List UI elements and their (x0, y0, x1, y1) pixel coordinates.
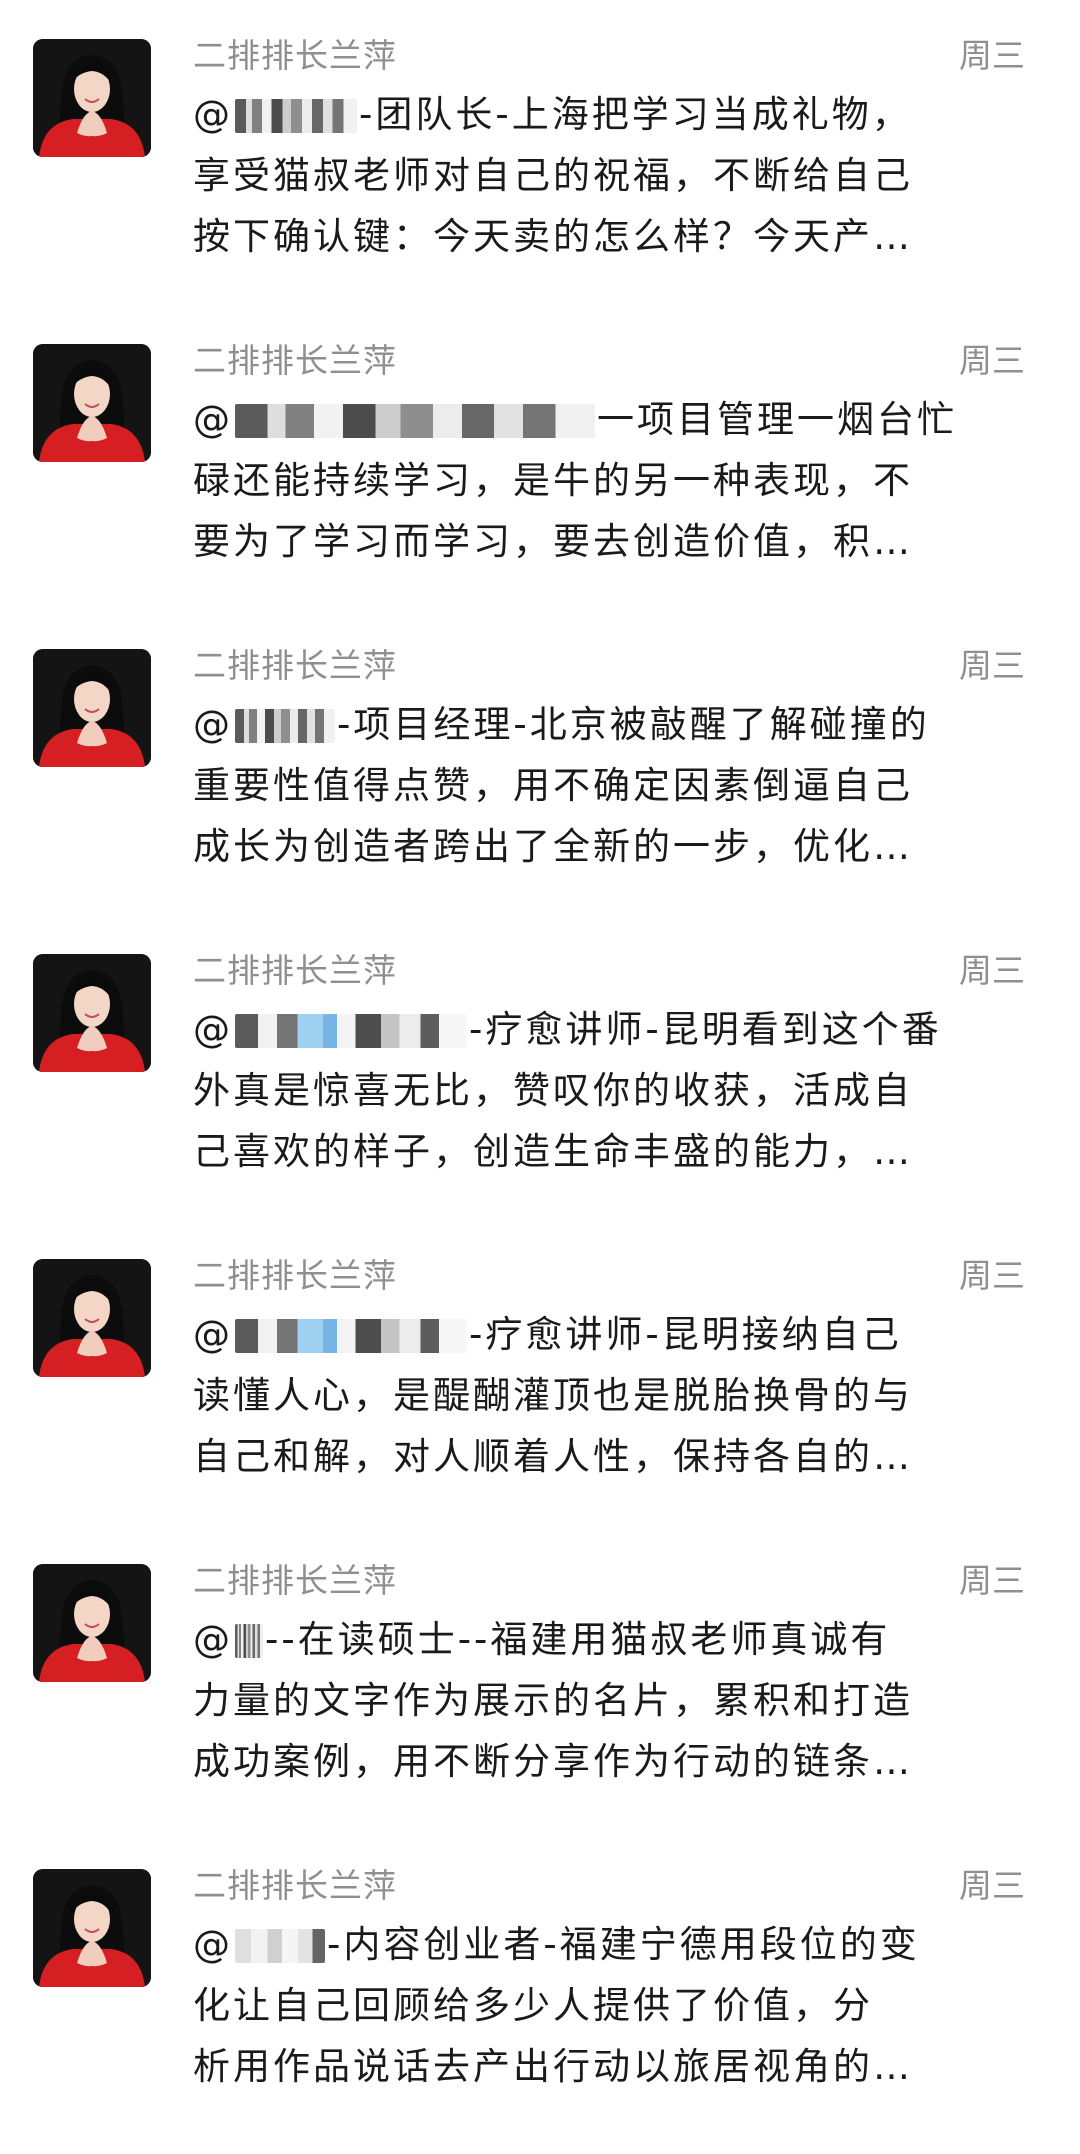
author-name[interactable]: 二排排长兰萍 (193, 949, 397, 993)
comment-line: @ -项目经理-北京被敲醒了解碰撞的 (193, 694, 1028, 755)
comment-line: @ 一项目管理一烟台忙 (193, 389, 1028, 450)
comment-line: @ -疗愈讲师-昆明接纳自己 (193, 1304, 1028, 1365)
comment-line-text: -项目经理-北京被敲醒了解碰撞的 (337, 703, 930, 746)
author-name[interactable]: 二排排长兰萍 (193, 34, 397, 78)
list-item[interactable]: 二排排长兰萍 周三 @ --在读硕士--福建用猫叔老师真诚有 力量的文字作为展示的… (0, 1525, 1080, 1830)
redacted-username (235, 1624, 263, 1658)
comment-text[interactable]: @ -疗愈讲师-昆明看到这个番 外真是惊喜无比，赞叹你的收获，活成自 己喜欢的样子… (193, 999, 1028, 1182)
mention-symbol: @ (193, 398, 233, 441)
comment-feed: 二排排长兰萍 周三 @ -团队长-上海把学习当成礼物， 享受猫叔老师对自己的祝福，… (0, 0, 1080, 2154)
avatar-photo (33, 39, 151, 157)
post-time: 周三 (959, 36, 1025, 75)
comment-text[interactable]: @ -团队长-上海把学习当成礼物， 享受猫叔老师对自己的祝福，不断给自己 按下确认… (193, 84, 1028, 267)
avatar[interactable] (33, 1564, 151, 1682)
comment-text[interactable]: @ -内容创业者-福建宁德用段位的变 化让自己回顾给多少人提供了价值，分 析用作品… (193, 1914, 1028, 2097)
comment-line-text: -疗愈讲师-昆明接纳自己 (469, 1313, 902, 1356)
list-item[interactable]: 二排排长兰萍 周三 @ -项目经理-北京被敲醒了解碰撞的 重要性值得点赞，用不确定… (0, 610, 1080, 915)
post-time: 周三 (959, 1256, 1025, 1295)
comment-line: @ --在读硕士--福建用猫叔老师真诚有 (193, 1609, 1028, 1670)
comment-line: @ -内容创业者-福建宁德用段位的变 (193, 1914, 1028, 1975)
redacted-username (235, 404, 595, 438)
mention-symbol: @ (193, 1923, 233, 1966)
comment-line-text: -团队长-上海把学习当成礼物， (359, 93, 912, 136)
author-name[interactable]: 二排排长兰萍 (193, 1559, 397, 1603)
comment-line: 要为了学习而学习，要去创造价值，积… (193, 520, 913, 563)
redacted-username (235, 1319, 467, 1353)
post-time: 周三 (959, 341, 1025, 380)
redacted-username (235, 709, 335, 743)
comment-line-text: 一项目管理一烟台忙 (597, 398, 957, 441)
comment-line: @ -疗愈讲师-昆明看到这个番 (193, 999, 1028, 1060)
avatar-photo (33, 649, 151, 767)
author-name[interactable]: 二排排长兰萍 (193, 1254, 397, 1298)
comment-line: @ -团队长-上海把学习当成礼物， (193, 84, 1028, 145)
avatar[interactable] (33, 954, 151, 1072)
comment-line: 享受猫叔老师对自己的祝福，不断给自己 (193, 154, 913, 197)
redacted-username (235, 1014, 467, 1048)
author-name[interactable]: 二排排长兰萍 (193, 339, 397, 383)
comment-line: 自己和解，对人顺着人性，保持各自的… (193, 1435, 913, 1478)
comment-text[interactable]: @ 一项目管理一烟台忙 碌还能持续学习，是牛的另一种表现，不 要为了学习而学习，要… (193, 389, 1028, 572)
author-name[interactable]: 二排排长兰萍 (193, 644, 397, 688)
comment-line: 碌还能持续学习，是牛的另一种表现，不 (193, 459, 913, 502)
list-item[interactable]: 二排排长兰萍 周三 @ -疗愈讲师-昆明接纳自己 读懂人心，是醍醐灌顶也是脱胎换骨… (0, 1220, 1080, 1525)
mention-symbol: @ (193, 703, 233, 746)
avatar-photo (33, 1564, 151, 1682)
mention-symbol: @ (193, 1618, 233, 1661)
comment-line: 析用作品说话去产出行动以旅居视角的… (193, 2045, 913, 2088)
comment-line-text: -疗愈讲师-昆明看到这个番 (469, 1008, 942, 1051)
comment-line: 成长为创造者跨出了全新的一步，优化… (193, 825, 913, 868)
comment-line: 重要性值得点赞，用不确定因素倒逼自己 (193, 764, 913, 807)
avatar-photo (33, 1259, 151, 1377)
comment-line: 成功案例，用不断分享作为行动的链条… (193, 1740, 913, 1783)
comment-text[interactable]: @ -项目经理-北京被敲醒了解碰撞的 重要性值得点赞，用不确定因素倒逼自己 成长为… (193, 694, 1028, 877)
post-time: 周三 (959, 646, 1025, 685)
avatar[interactable] (33, 1259, 151, 1377)
avatar-photo (33, 344, 151, 462)
comment-line: 读懂人心，是醍醐灌顶也是脱胎换骨的与 (193, 1374, 913, 1417)
comment-text[interactable]: @ -疗愈讲师-昆明接纳自己 读懂人心，是醍醐灌顶也是脱胎换骨的与 自己和解，对人… (193, 1304, 1028, 1487)
comment-line: 按下确认键：今天卖的怎么样？今天产… (193, 215, 913, 258)
author-name[interactable]: 二排排长兰萍 (193, 1864, 397, 1908)
comment-line-text: -内容创业者-福建宁德用段位的变 (327, 1923, 920, 1966)
avatar[interactable] (33, 1869, 151, 1987)
list-item[interactable]: 二排排长兰萍 周三 @ -疗愈讲师-昆明看到这个番 外真是惊喜无比，赞叹你的收获，… (0, 915, 1080, 1220)
comment-line: 己喜欢的样子，创造生命丰盛的能力，… (193, 1130, 913, 1173)
post-time: 周三 (959, 1866, 1025, 1905)
post-time: 周三 (959, 1561, 1025, 1600)
mention-symbol: @ (193, 93, 233, 136)
comment-line: 力量的文字作为展示的名片，累积和打造 (193, 1679, 913, 1722)
list-item[interactable]: 二排排长兰萍 周三 @ -团队长-上海把学习当成礼物， 享受猫叔老师对自己的祝福，… (0, 0, 1080, 305)
mention-symbol: @ (193, 1313, 233, 1356)
comment-text[interactable]: @ --在读硕士--福建用猫叔老师真诚有 力量的文字作为展示的名片，累积和打造 成… (193, 1609, 1028, 1792)
redacted-username (235, 99, 357, 133)
mention-symbol: @ (193, 1008, 233, 1051)
comment-line: 化让自己回顾给多少人提供了价值，分 (193, 1984, 873, 2027)
avatar-photo (33, 1869, 151, 1987)
list-item[interactable]: 二排排长兰萍 周三 @ -内容创业者-福建宁德用段位的变 化让自己回顾给多少人提供… (0, 1830, 1080, 2135)
comment-line-text: --在读硕士--福建用猫叔老师真诚有 (265, 1618, 891, 1661)
list-item[interactable]: 二排排长兰萍 周三 @ 一项目管理一烟台忙 碌还能持续学习，是牛的另一种表现，不 … (0, 305, 1080, 610)
avatar[interactable] (33, 649, 151, 767)
comment-line: 外真是惊喜无比，赞叹你的收获，活成自 (193, 1069, 913, 1112)
avatar[interactable] (33, 344, 151, 462)
post-time: 周三 (959, 951, 1025, 990)
redacted-username (235, 1929, 325, 1963)
avatar-photo (33, 954, 151, 1072)
avatar[interactable] (33, 39, 151, 157)
